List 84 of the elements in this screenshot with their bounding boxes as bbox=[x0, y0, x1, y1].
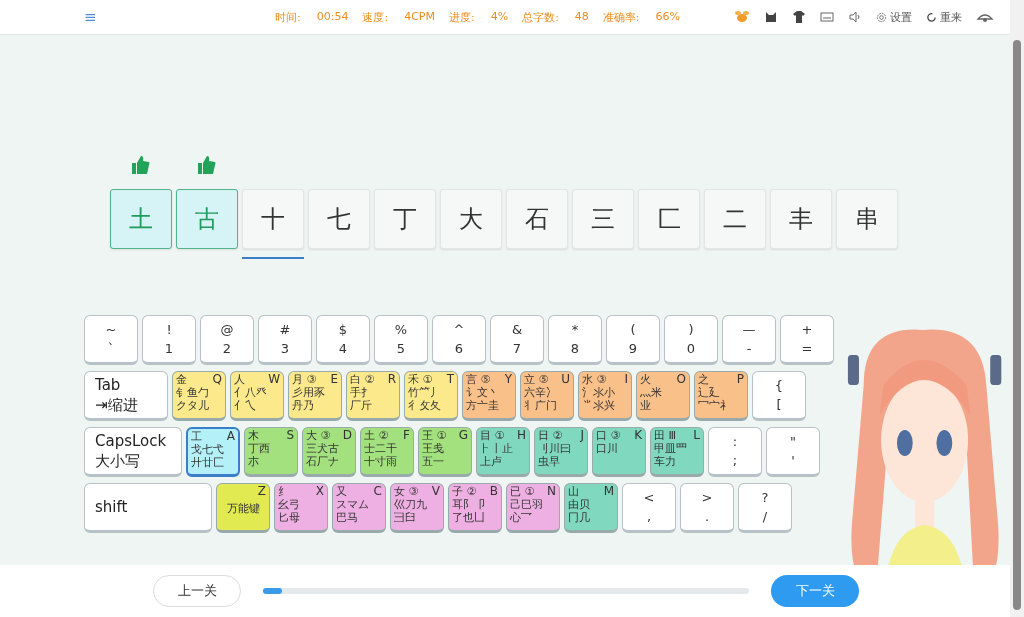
keyboard-key[interactable]: < , bbox=[622, 483, 676, 533]
keyboard-key[interactable]: 山 M 由贝 冂几 bbox=[564, 483, 618, 533]
keyboard-key[interactable]: * 8 bbox=[548, 315, 602, 365]
stat-value: 4CPM bbox=[404, 9, 435, 25]
keyboard-key[interactable]: 白 ② R 手扌 厂斤 bbox=[346, 371, 400, 421]
keyboard-key[interactable]: 子 ② B 耳阝卩 了也凵 bbox=[448, 483, 502, 533]
keyboard-key[interactable]: 月 ③ E 彡用豕 丹乃 bbox=[288, 371, 342, 421]
keyboard-key[interactable]: @ 2 bbox=[200, 315, 254, 365]
stat-value: 48 bbox=[574, 9, 589, 25]
keyboard-icon[interactable] bbox=[820, 11, 834, 23]
keyboard-key[interactable]: 木 S 丁西 朩 bbox=[244, 427, 298, 477]
keyboard-key[interactable]: 土 ② F 士二干 十寸雨 bbox=[360, 427, 414, 477]
keyboard-key[interactable]: ? / bbox=[738, 483, 792, 533]
character-tile: ⼗ bbox=[242, 189, 304, 249]
character-tile: 石 bbox=[506, 189, 568, 249]
shirt-icon[interactable] bbox=[792, 10, 806, 24]
keyboard-key[interactable]: 人 W 亻八癶 亻乀 bbox=[230, 371, 284, 421]
scrollbar[interactable] bbox=[1010, 0, 1024, 617]
keyboard-key[interactable]: ) 0 bbox=[664, 315, 718, 365]
keyboard-key[interactable]: ! 1 bbox=[142, 315, 196, 365]
keyboard-key[interactable]: 工 A 戈七弋 廾廿匚 bbox=[186, 427, 240, 477]
keyboard-key[interactable]: 金 Q 钅鱼勹 クタ儿 bbox=[172, 371, 226, 421]
character-tile: 大 bbox=[440, 189, 502, 249]
stat-value: 66% bbox=[655, 9, 680, 25]
cloud-icon[interactable] bbox=[976, 11, 994, 23]
stat-label: 总字数: bbox=[522, 9, 559, 25]
character-tile: 丰 bbox=[770, 189, 832, 249]
keyboard-key[interactable]: — - bbox=[722, 315, 776, 365]
keyboard-key[interactable]: ( 9 bbox=[606, 315, 660, 365]
keyboard-key[interactable]: 纟 X 幺弓 匕母 bbox=[274, 483, 328, 533]
keyboard-key[interactable]: # 3 bbox=[258, 315, 312, 365]
keyboard-key[interactable]: 言 ⑤ Y 讠文丶 方亠圭 bbox=[462, 371, 516, 421]
stat-value: 00:54 bbox=[316, 9, 349, 25]
keyboard-key[interactable]: > . bbox=[680, 483, 734, 533]
character-tile: 三 bbox=[572, 189, 634, 249]
restart-icon bbox=[926, 11, 937, 23]
keyboard-key[interactable]: { [ bbox=[752, 371, 806, 421]
character-tile: 丁 bbox=[374, 189, 436, 249]
keyboard-key[interactable]: Z 万能键 bbox=[216, 483, 270, 533]
stat-label: 时间: bbox=[275, 9, 301, 25]
character-tile: 古 bbox=[176, 189, 238, 249]
keyboard-key[interactable]: 王 ① G 王戋 五一 bbox=[418, 427, 472, 477]
keyboard-key[interactable]: 已 ① N 己巳羽 心乛 bbox=[506, 483, 560, 533]
keyboard-key[interactable]: 日 ② J 刂川曰 虫早 bbox=[534, 427, 588, 477]
stat-label: 速度: bbox=[362, 9, 389, 25]
keyboard-key[interactable]: : ; bbox=[708, 427, 762, 477]
keyboard-key[interactable]: 禾 ① T 竹⺮丿 彳攵夂 bbox=[404, 371, 458, 421]
keyboard-key[interactable]: ~ ` bbox=[84, 315, 138, 365]
keyboard-key[interactable]: " ' bbox=[766, 427, 820, 477]
keyboard-key[interactable]: & 7 bbox=[490, 315, 544, 365]
thumbs-up-icon bbox=[197, 155, 217, 175]
keyboard-key[interactable]: % 5 bbox=[374, 315, 428, 365]
character-tile: 七 bbox=[308, 189, 370, 249]
character-tile: 二 bbox=[704, 189, 766, 249]
keyboard-key[interactable]: 火 O 灬米 业 bbox=[636, 371, 690, 421]
keyboard-key[interactable]: 水 ③ I 氵氺小 ⺌氺兴 bbox=[578, 371, 632, 421]
keyboard-key[interactable]: 大 ③ D 三犬古 石厂ナ bbox=[302, 427, 356, 477]
toolbar-button[interactable]: 设置 bbox=[876, 9, 912, 25]
character-tile: 匚 bbox=[638, 189, 700, 249]
cat-icon[interactable] bbox=[764, 10, 778, 24]
character-tile: 串 bbox=[836, 189, 898, 249]
character-tile: 土 bbox=[110, 189, 172, 249]
keyboard-key[interactable]: ^ 6 bbox=[432, 315, 486, 365]
keyboard-key[interactable]: 又 C スマム 巴马 bbox=[332, 483, 386, 533]
keyboard-key[interactable]: 口 ③ K 口川 bbox=[592, 427, 646, 477]
keyboard-key[interactable]: 女 ③ V 巛刀九 彐臼 bbox=[390, 483, 444, 533]
scrollbar-thumb[interactable] bbox=[1013, 40, 1021, 610]
keyboard-key[interactable]: $ 4 bbox=[316, 315, 370, 365]
toolbar-button[interactable]: 重来 bbox=[926, 9, 962, 25]
settings-icon bbox=[876, 11, 887, 23]
keyboard-key[interactable]: 田 Ⅲ L 甲皿罒 车力 bbox=[650, 427, 704, 477]
stat-value: 4% bbox=[490, 9, 509, 25]
keyboard-key[interactable]: shift bbox=[84, 483, 212, 533]
stat-label: 准确率: bbox=[602, 9, 640, 25]
thumbs-up-icon bbox=[131, 155, 151, 175]
keyboard-key[interactable]: 立 ⑤ U 六辛冫 丬广门 bbox=[520, 371, 574, 421]
keyboard-key[interactable]: + = bbox=[780, 315, 834, 365]
speaker-icon[interactable] bbox=[848, 11, 862, 23]
stat-label: 进度: bbox=[448, 9, 475, 25]
keyboard-key[interactable]: CapsLock 大小写 bbox=[84, 427, 182, 477]
keyboard-key[interactable]: 目 ① H ⺊丨止 上卢 bbox=[476, 427, 530, 477]
keyboard-key[interactable]: Tab ⇥缩进 bbox=[84, 371, 168, 421]
keyboard-key[interactable]: 之 P 辶廴 冖宀礻 bbox=[694, 371, 748, 421]
previous-level-button[interactable]: 上一关 bbox=[153, 575, 241, 607]
